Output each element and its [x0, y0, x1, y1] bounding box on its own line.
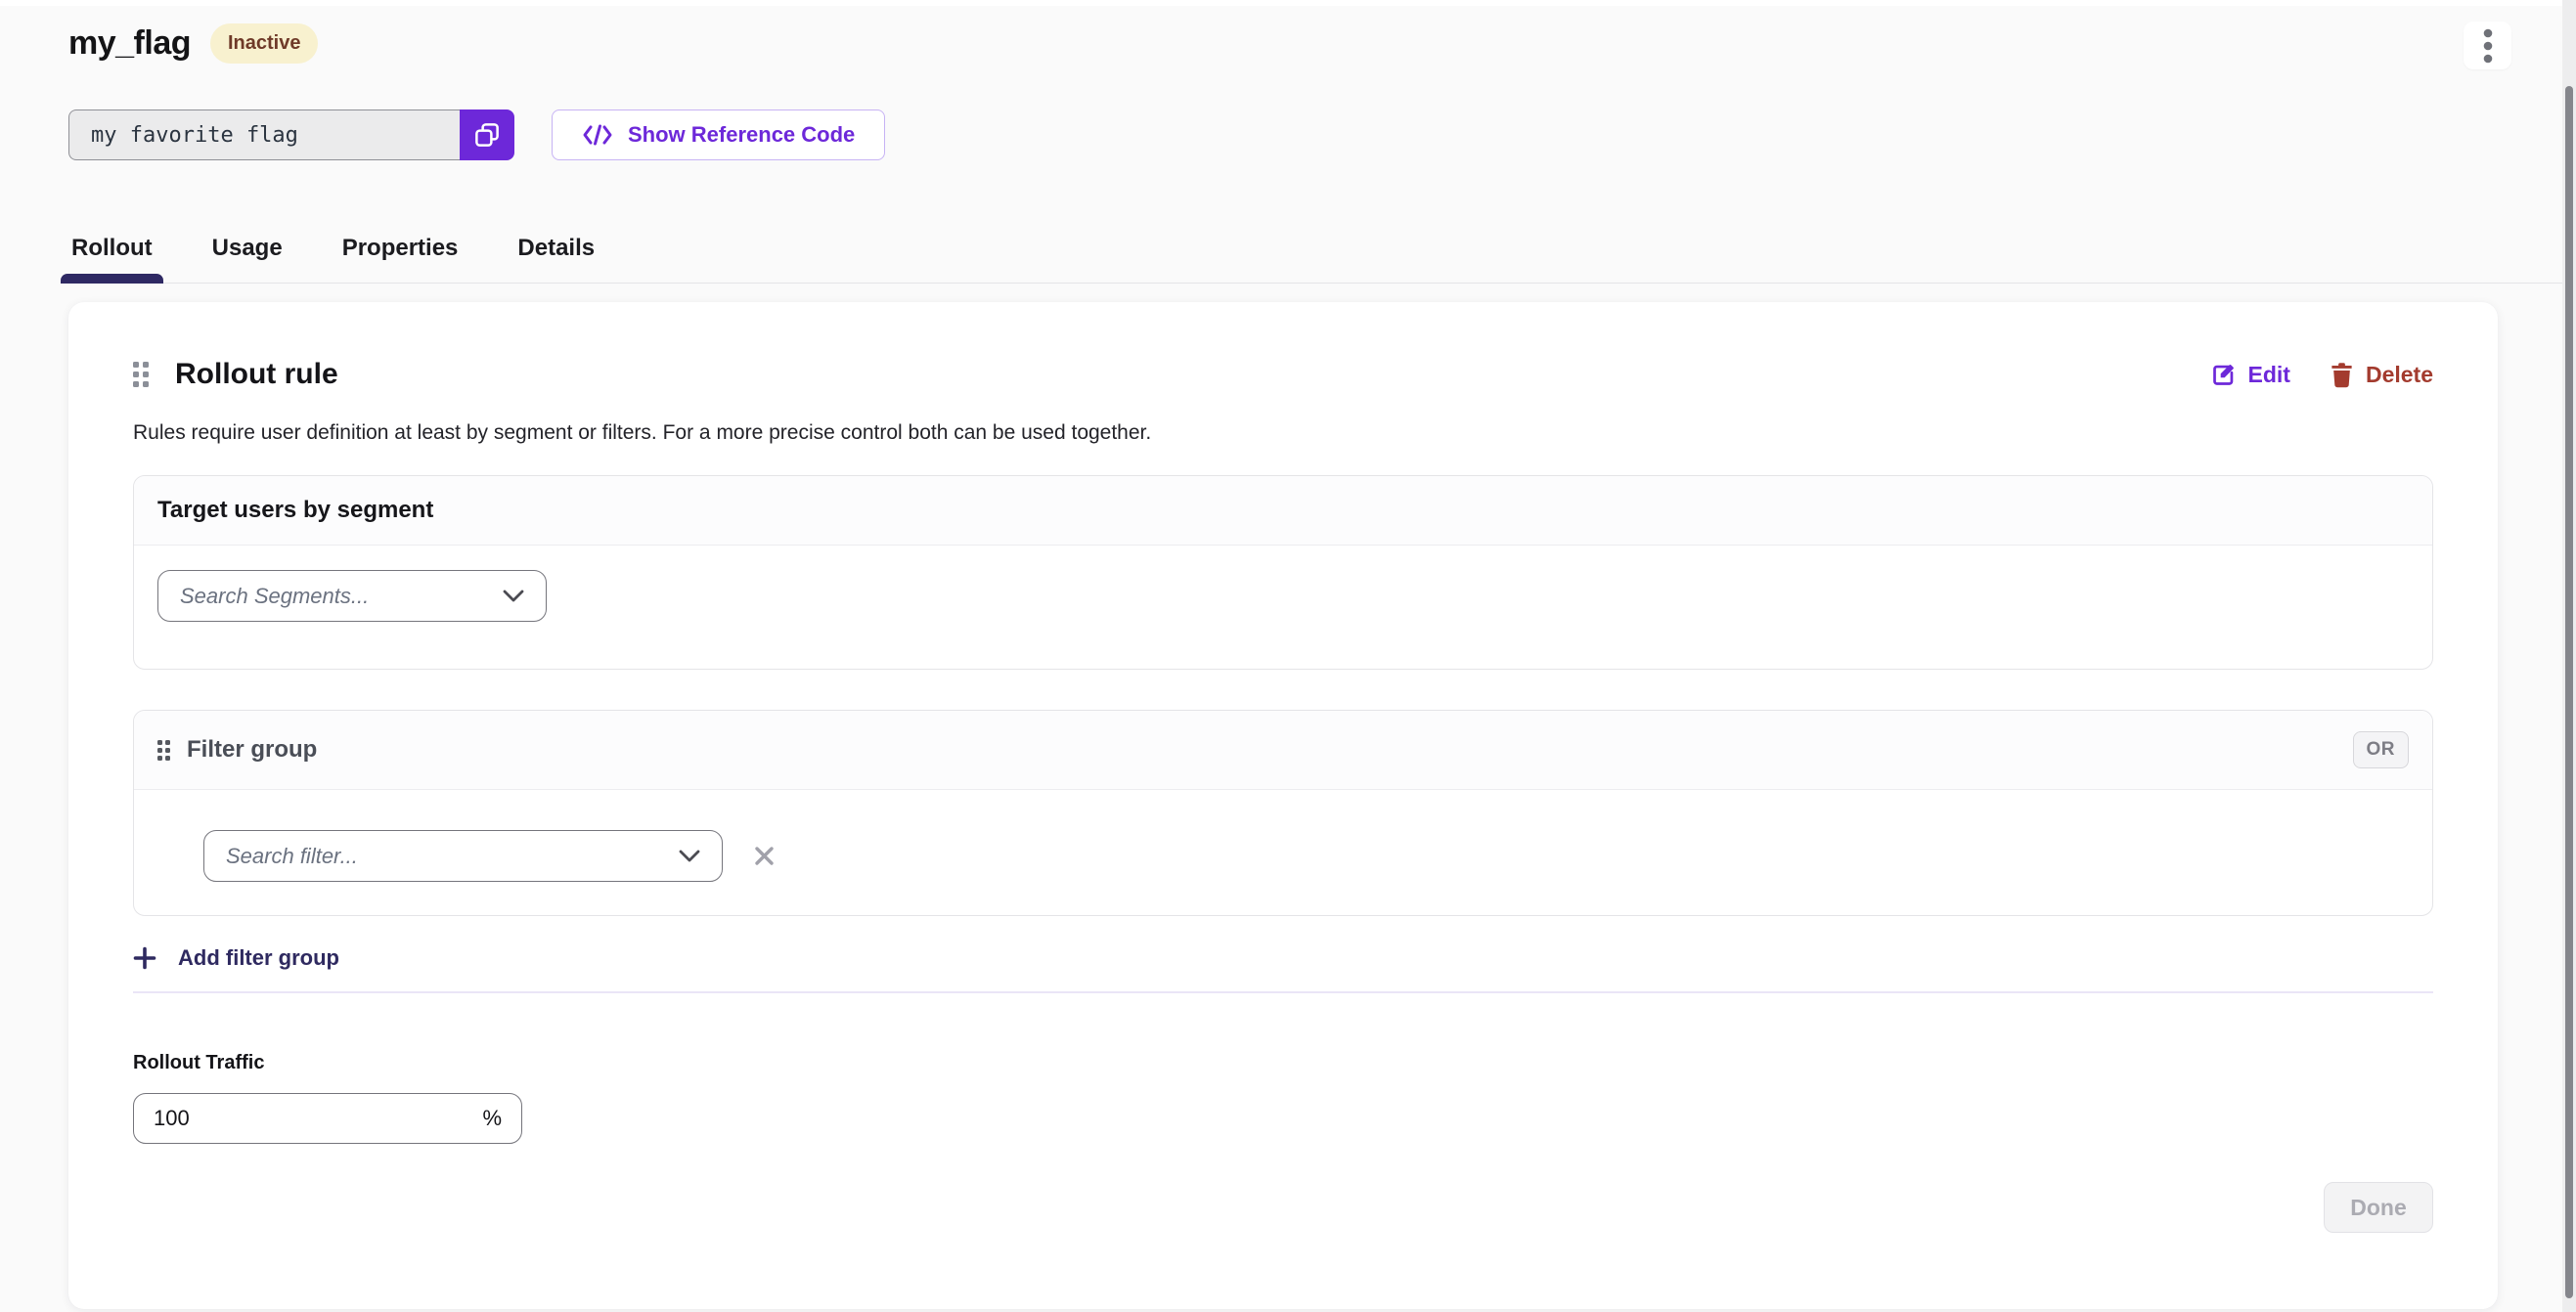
segment-section-header: Target users by segment [134, 476, 2432, 546]
flag-detail-page: my_flag Inactive [0, 0, 2576, 1312]
tab-bar: Rollout Usage Properties Details [68, 235, 2498, 283]
status-badge: Inactive [210, 23, 318, 64]
chevron-down-icon [503, 590, 524, 602]
edit-label: Edit [2248, 362, 2290, 388]
rollout-traffic-input[interactable] [154, 1106, 482, 1131]
edit-pencil-icon [2210, 362, 2237, 388]
delete-rule-button[interactable]: Delete [2330, 362, 2433, 388]
drag-handle-icon[interactable] [157, 740, 170, 761]
code-icon [582, 123, 613, 147]
scrollbar[interactable] [2562, 0, 2576, 1312]
segment-section-title: Target users by segment [157, 497, 433, 524]
tab-details[interactable]: Details [514, 235, 598, 283]
close-icon [753, 845, 776, 867]
kebab-menu-icon [2483, 28, 2493, 64]
tab-usage[interactable]: Usage [209, 235, 286, 283]
filter-select[interactable]: Search filter... [203, 830, 723, 882]
rule-description: Rules require user definition at least b… [133, 421, 2433, 445]
tabs-divider [68, 283, 2562, 284]
section-divider [133, 991, 2433, 993]
rollout-traffic-label: Rollout Traffic [133, 1052, 2433, 1074]
operator-badge: OR [2353, 731, 2410, 768]
filter-group-header: Filter group OR [134, 711, 2432, 790]
done-button[interactable]: Done [2324, 1182, 2433, 1233]
scrollbar-thumb[interactable] [2565, 86, 2573, 1298]
show-reference-code-button[interactable]: Show Reference Code [552, 109, 885, 160]
segment-section-body: Search Segments... [134, 546, 2432, 669]
add-filter-group-label: Add filter group [178, 945, 339, 971]
rule-actions: Edit Delete [2210, 362, 2434, 388]
copy-button[interactable] [460, 109, 514, 160]
rollout-rule-card: Rollout rule Edit [68, 302, 2498, 1309]
plus-icon [133, 946, 156, 970]
remove-filter-button[interactable] [749, 841, 779, 871]
trash-icon [2330, 362, 2354, 388]
show-reference-code-label: Show Reference Code [628, 122, 855, 148]
edit-rule-button[interactable]: Edit [2210, 362, 2290, 388]
more-options-button[interactable] [2464, 22, 2511, 69]
page-title: my_flag [68, 24, 191, 63]
chevron-down-icon [679, 850, 700, 862]
rollout-traffic-field: % [133, 1093, 522, 1144]
delete-label: Delete [2366, 362, 2433, 388]
filter-group-body: Search filter... [134, 790, 2432, 915]
filter-group-section: Filter group OR Search filter... [133, 710, 2433, 916]
drag-handle-icon[interactable] [133, 362, 149, 387]
filter-group-title: Filter group [187, 736, 317, 764]
segment-section: Target users by segment Search Segments.… [133, 475, 2433, 670]
filter-select-placeholder: Search filter... [226, 844, 358, 869]
flag-key-row: Show Reference Code [68, 109, 2498, 160]
flag-description-group [68, 109, 514, 160]
page-header: my_flag Inactive [68, 23, 2498, 64]
tab-properties[interactable]: Properties [339, 235, 462, 283]
flag-description-input[interactable] [68, 109, 460, 160]
rule-title: Rollout rule [175, 358, 338, 391]
done-row: Done [133, 1182, 2433, 1233]
segment-select[interactable]: Search Segments... [157, 570, 547, 622]
segment-select-placeholder: Search Segments... [180, 584, 369, 609]
rollout-traffic-unit: % [482, 1106, 502, 1131]
add-filter-group-button[interactable]: Add filter group [133, 945, 339, 971]
tab-rollout[interactable]: Rollout [68, 235, 155, 283]
rule-header: Rollout rule Edit [133, 358, 2433, 391]
copy-icon [472, 120, 502, 150]
